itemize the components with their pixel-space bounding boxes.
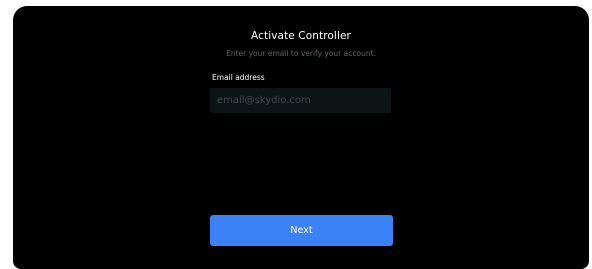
page-title: Activate Controller (251, 30, 351, 42)
next-button[interactable]: Next (210, 215, 393, 246)
email-field[interactable] (210, 88, 391, 113)
activation-screen: Activate Controller Enter your email to … (13, 6, 589, 269)
page-subtitle: Enter your email to verify your account. (226, 49, 376, 58)
email-label: Email address (212, 73, 265, 82)
